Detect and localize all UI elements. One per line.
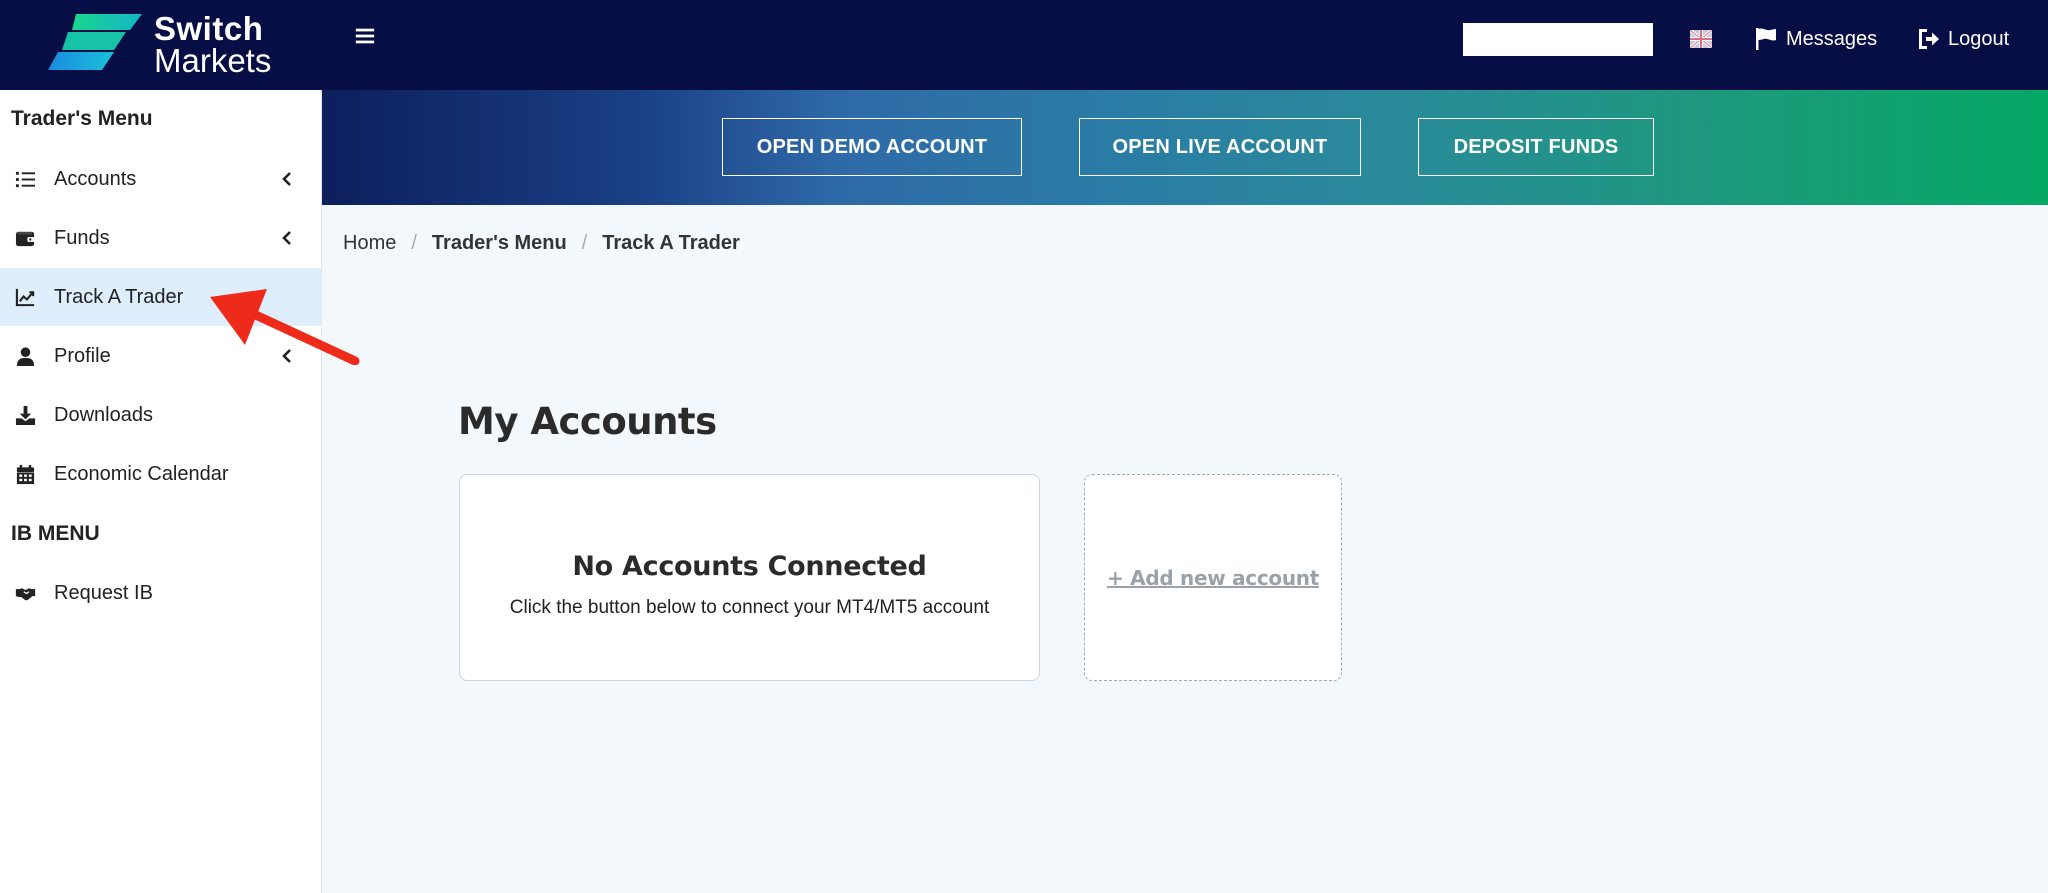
- sidebar-item-label: Accounts: [54, 167, 137, 190]
- action-banner: OPEN DEMO ACCOUNT OPEN LIVE ACCOUNT DEPO…: [322, 90, 2048, 205]
- list-icon: [14, 168, 36, 190]
- flag-icon: [1756, 28, 1776, 50]
- chevron-left-icon: [282, 231, 291, 245]
- sidebar-item-accounts[interactable]: Accounts: [0, 150, 321, 208]
- breadcrumb-home[interactable]: Home: [343, 232, 396, 255]
- add-new-account-card[interactable]: + Add new account: [1084, 474, 1342, 681]
- deposit-funds-button[interactable]: DEPOSIT FUNDS: [1418, 118, 1654, 176]
- logout-icon: [1919, 29, 1939, 49]
- uk-flag-icon[interactable]: [1690, 30, 1712, 48]
- logo-mark-icon: [48, 14, 142, 70]
- empty-state-text: Click the button below to connect your M…: [509, 597, 990, 618]
- messages-label: Messages: [1786, 27, 1878, 50]
- breadcrumb-separator: /: [581, 232, 588, 254]
- hamburger-menu-icon[interactable]: [354, 24, 378, 52]
- breadcrumb-separator: /: [411, 232, 417, 254]
- sidebar-item-label: Request IB: [54, 581, 153, 604]
- sidebar-item-label: Economic Calendar: [54, 462, 229, 485]
- download-icon: [14, 404, 36, 426]
- traders-menu-heading: Trader's Menu: [11, 107, 153, 130]
- breadcrumb-current: Track A Trader: [602, 232, 740, 254]
- open-live-account-button[interactable]: OPEN LIVE ACCOUNT: [1079, 118, 1361, 176]
- ib-menu-heading: IB MENU: [11, 522, 100, 545]
- sidebar-item-label: Downloads: [54, 403, 153, 426]
- sidebar-item-economic-calendar[interactable]: Economic Calendar: [0, 445, 321, 503]
- no-accounts-card: No Accounts Connected Click the button b…: [459, 474, 1040, 681]
- sidebar-item-downloads[interactable]: Downloads: [0, 386, 321, 444]
- add-new-account-link[interactable]: + Add new account: [1107, 566, 1319, 590]
- sidebar: Trader's Menu Accounts Funds Track A Tra…: [0, 90, 322, 893]
- sidebar-item-label: Track A Trader: [54, 285, 184, 308]
- page-title: My Accounts: [458, 400, 717, 443]
- wallet-icon: [14, 227, 36, 249]
- top-navbar: Switch Markets Messages Logout: [0, 0, 2048, 90]
- logout-label: Logout: [1948, 27, 2010, 50]
- empty-state-title: No Accounts Connected: [572, 551, 927, 582]
- user-icon: [14, 345, 36, 367]
- messages-link[interactable]: Messages: [1754, 22, 1877, 56]
- sidebar-item-label: Profile: [54, 344, 111, 367]
- chart-line-icon: [14, 286, 36, 308]
- logout-link[interactable]: Logout: [1916, 22, 2009, 56]
- red-arrow-annotation: [210, 289, 360, 365]
- breadcrumb-traders-menu[interactable]: Trader's Menu: [432, 232, 567, 255]
- calendar-icon: [14, 463, 36, 485]
- chevron-left-icon: [282, 172, 291, 186]
- handshake-icon: [14, 582, 36, 604]
- open-demo-account-button[interactable]: OPEN DEMO ACCOUNT: [722, 118, 1022, 176]
- switch-markets-logo[interactable]: Switch Markets: [46, 8, 276, 79]
- sidebar-item-label: Funds: [54, 226, 110, 249]
- sidebar-item-request-ib[interactable]: Request IB: [0, 564, 321, 622]
- sidebar-item-funds[interactable]: Funds: [0, 209, 321, 267]
- top-search-input[interactable]: [1463, 23, 1653, 56]
- breadcrumb: Home / Trader's Menu / Track A Trader: [343, 232, 740, 255]
- logo-text-markets: Markets: [154, 42, 272, 79]
